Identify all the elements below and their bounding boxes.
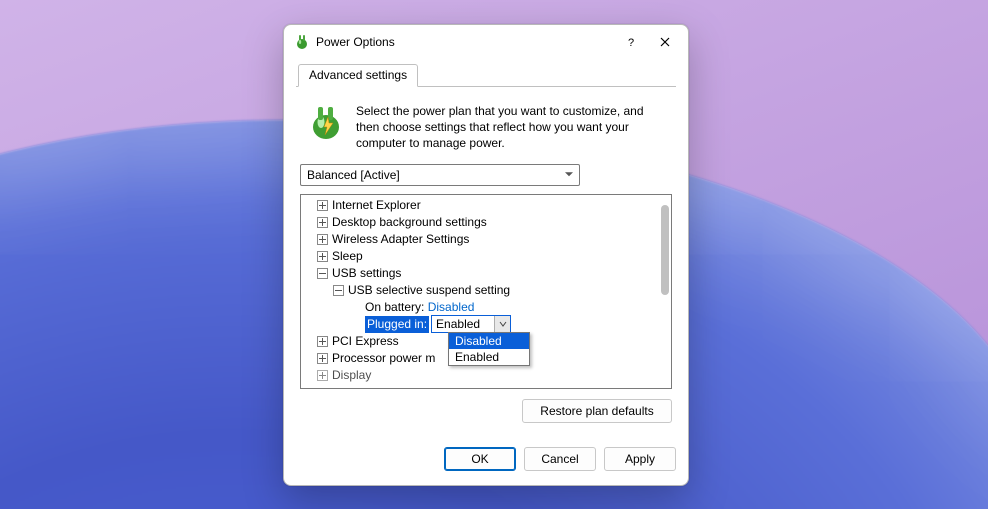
dropdown-option-enabled[interactable]: Enabled — [449, 349, 529, 365]
plugged-in-label: Plugged in: — [365, 316, 429, 333]
svg-text:?: ? — [628, 37, 634, 48]
intro-row: Select the power plan that you want to c… — [296, 87, 676, 164]
ok-button[interactable]: OK — [444, 447, 516, 471]
expand-icon[interactable] — [317, 370, 328, 381]
tree-scrollbar[interactable] — [661, 197, 669, 386]
tree-item[interactable]: PCI Express — [332, 333, 399, 350]
power-plan-value: Balanced [Active] — [307, 168, 400, 182]
tree-item[interactable]: Sleep — [332, 248, 363, 265]
tree-item[interactable]: USB settings — [332, 265, 401, 282]
close-button[interactable] — [648, 28, 682, 56]
help-button[interactable]: ? — [614, 28, 648, 56]
apply-button[interactable]: Apply — [604, 447, 676, 471]
tree-item[interactable]: Display — [332, 367, 371, 384]
tree-item[interactable]: Processor power m — [332, 350, 435, 367]
tree-item[interactable]: Wireless Adapter Settings — [332, 231, 469, 248]
plugged-in-value: Enabled — [436, 316, 480, 333]
titlebar: Power Options ? — [284, 25, 688, 59]
intro-text: Select the power plan that you want to c… — [356, 103, 666, 152]
expand-icon[interactable] — [317, 251, 328, 262]
dialog-footer: OK Cancel Apply — [284, 435, 688, 485]
expand-icon[interactable] — [317, 336, 328, 347]
collapse-icon[interactable] — [333, 285, 344, 296]
chevron-down-icon[interactable] — [494, 316, 510, 332]
settings-tree: Internet Explorer Desktop background set… — [300, 194, 672, 389]
power-plan-select[interactable]: Balanced [Active] — [300, 164, 580, 186]
tab-strip: Advanced settings — [296, 63, 676, 87]
plugged-in-select[interactable]: Enabled — [431, 315, 511, 333]
tree-item[interactable]: Internet Explorer — [332, 197, 421, 214]
expand-icon[interactable] — [317, 200, 328, 211]
dropdown-option-disabled[interactable]: Disabled — [449, 333, 529, 349]
tab-advanced-settings[interactable]: Advanced settings — [298, 64, 418, 87]
dialog-content: Advanced settings Select the power plan … — [284, 63, 688, 435]
scrollbar-thumb[interactable] — [661, 205, 669, 295]
tree-item[interactable]: USB selective suspend setting — [348, 282, 510, 299]
tree-item[interactable]: Desktop background settings — [332, 214, 487, 231]
collapse-icon[interactable] — [317, 268, 328, 279]
expand-icon[interactable] — [317, 234, 328, 245]
battery-icon — [306, 103, 346, 143]
cancel-button[interactable]: Cancel — [524, 447, 596, 471]
expand-icon[interactable] — [317, 353, 328, 364]
restore-defaults-button[interactable]: Restore plan defaults — [522, 399, 672, 423]
power-options-dialog: Power Options ? Advanced settings Select… — [283, 24, 689, 486]
on-battery-label: On battery: — [365, 299, 424, 316]
expand-icon[interactable] — [317, 217, 328, 228]
on-battery-value[interactable]: Disabled — [428, 299, 475, 316]
plugged-in-dropdown[interactable]: Disabled Enabled — [448, 332, 530, 366]
power-options-icon — [294, 34, 310, 50]
window-title: Power Options — [316, 35, 614, 49]
